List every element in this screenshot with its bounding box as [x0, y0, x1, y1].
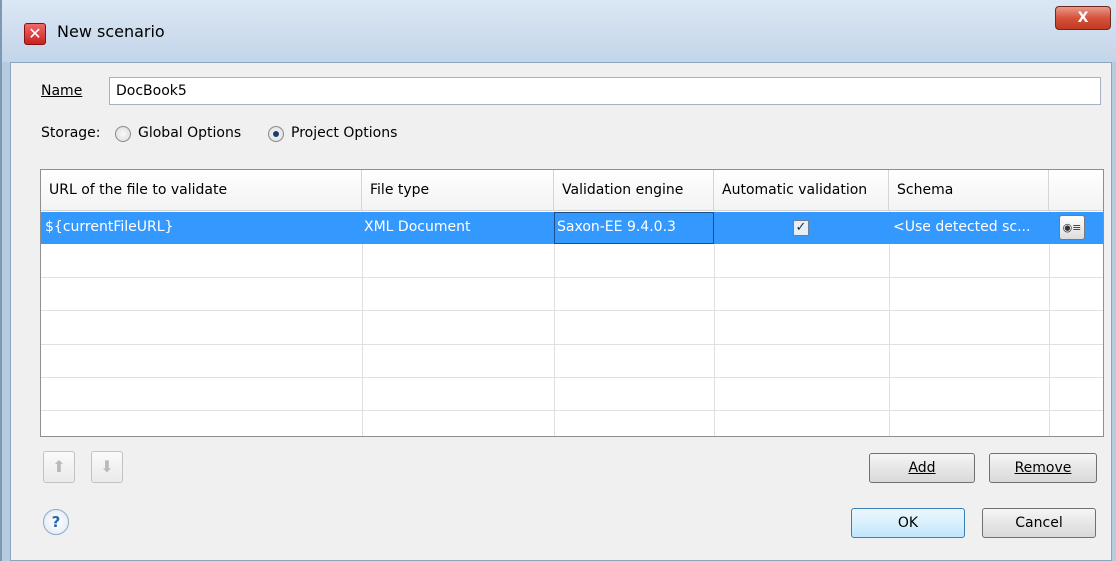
move-up-button[interactable]: ⬆ — [43, 451, 75, 483]
column-header-schema[interactable]: Schema — [889, 170, 1049, 211]
grid-line — [554, 211, 555, 436]
automatic-validation-checkbox[interactable]: ✓ — [793, 220, 809, 236]
table-row[interactable]: ${currentFileURL} XML Document Saxon-EE … — [41, 212, 1103, 244]
add-button[interactable]: Add — [869, 453, 975, 483]
radio-project-options-label[interactable]: Project Options — [291, 125, 397, 141]
grid-line — [889, 211, 890, 436]
cell-engine[interactable]: Saxon-EE 9.4.0.3 — [554, 212, 714, 244]
dialog-body: Name DocBook5 Storage: Global Options Pr… — [10, 62, 1112, 561]
grid-line — [41, 344, 1103, 345]
arrow-up-icon: ⬆ — [52, 457, 66, 476]
column-header-automatic-validation[interactable]: Automatic validation — [714, 170, 889, 211]
storage-label: Storage: — [41, 125, 101, 141]
cell-engine-text: Saxon-EE 9.4.0.3 — [557, 219, 676, 235]
close-button[interactable]: X — [1055, 6, 1111, 30]
arrow-down-icon: ⬇ — [100, 457, 114, 476]
grid-line — [41, 377, 1103, 378]
grid-line — [41, 277, 1103, 278]
dialog-window: ✕ New scenario X Name DocBook5 Storage: … — [0, 0, 1116, 561]
remove-button[interactable]: Remove — [989, 453, 1097, 483]
radio-global-options-label[interactable]: Global Options — [138, 125, 241, 141]
schema-browse-button[interactable]: ◉≡ — [1059, 215, 1085, 240]
grid-line — [41, 410, 1103, 411]
ok-button[interactable]: OK — [851, 508, 965, 538]
dialog-title: New scenario — [57, 22, 165, 41]
grid-line — [714, 211, 715, 436]
table-header: URL of the file to validate File type Va… — [41, 170, 1103, 211]
radio-global-options[interactable] — [115, 126, 131, 142]
cancel-button[interactable]: Cancel — [982, 508, 1096, 538]
name-label: Name — [41, 83, 83, 99]
validation-table: URL of the file to validate File type Va… — [40, 169, 1104, 437]
grid-line — [362, 211, 363, 436]
radio-project-options[interactable] — [268, 126, 284, 142]
title-bar[interactable]: ✕ New scenario X — [2, 0, 1116, 62]
column-header-file-type[interactable]: File type — [362, 170, 554, 211]
help-icon[interactable]: ? — [43, 509, 69, 535]
app-icon: ✕ — [24, 23, 46, 45]
column-header-url[interactable]: URL of the file to validate — [41, 170, 362, 211]
grid-line — [41, 310, 1103, 311]
grid-line — [1049, 211, 1050, 436]
cell-url[interactable]: ${currentFileURL} — [45, 219, 173, 235]
cell-file-type[interactable]: XML Document — [364, 219, 470, 235]
cell-schema[interactable]: <Use detected sc... — [893, 219, 1030, 235]
move-down-button[interactable]: ⬇ — [91, 451, 123, 483]
column-header-engine[interactable]: Validation engine — [554, 170, 714, 211]
name-input[interactable]: DocBook5 — [109, 77, 1101, 105]
column-header-empty — [1049, 170, 1103, 211]
